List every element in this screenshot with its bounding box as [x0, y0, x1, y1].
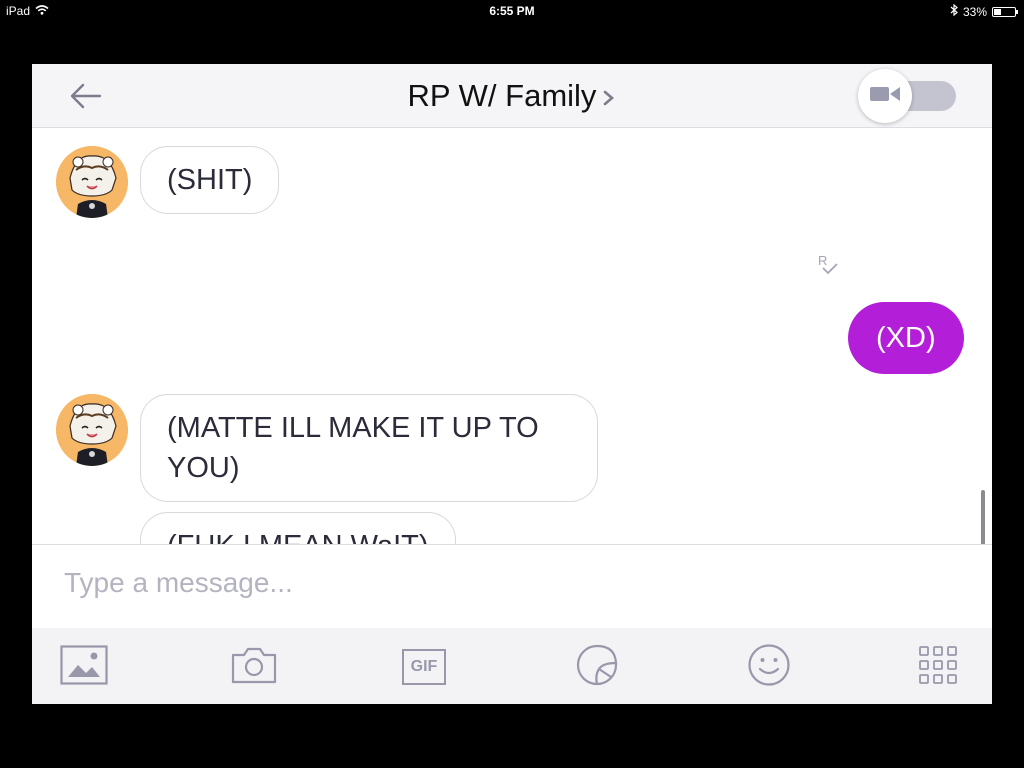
sticker-button[interactable]	[572, 642, 622, 692]
apps-grid-icon	[918, 645, 958, 690]
message-bubble-outgoing[interactable]: (XD)	[848, 302, 964, 374]
photo-button[interactable]	[59, 642, 109, 692]
gif-button[interactable]: GIF	[399, 642, 449, 692]
chat-title: RP W/ Family	[407, 78, 597, 113]
chat-window: RP W/ Family (SHIT) R (XD) (MATTE ILL MA…	[32, 64, 992, 704]
battery-icon	[992, 6, 1018, 17]
apps-button[interactable]	[913, 642, 963, 692]
camera-button[interactable]	[229, 642, 279, 692]
message-composer	[32, 544, 992, 628]
read-receipt-icon: R	[816, 252, 842, 283]
gif-icon: GIF	[402, 649, 446, 685]
camera-icon	[230, 645, 278, 690]
avatar[interactable]	[56, 394, 128, 466]
anime-avatar-image	[56, 146, 128, 218]
photo-icon	[60, 644, 108, 690]
message-text: (SHIT)	[167, 164, 253, 196]
avatar[interactable]	[56, 146, 128, 218]
battery-percent: 33%	[962, 4, 987, 19]
message-bubble[interactable]: (SHIT)	[140, 146, 280, 214]
svg-text:R: R	[818, 253, 827, 268]
video-call-toggle[interactable]	[858, 69, 956, 123]
anime-avatar-image	[56, 394, 128, 466]
message-text: (XD)	[876, 322, 936, 354]
bluetooth-icon	[950, 3, 958, 19]
gif-label: GIF	[410, 658, 438, 675]
message-list[interactable]: (SHIT) R (XD) (MATTE ILL MAKE IT UP TO Y…	[32, 128, 992, 602]
sticker-icon	[575, 643, 619, 692]
message-input[interactable]	[64, 563, 944, 603]
message-text: (MATTE ILL MAKE IT UP TO YOU)	[167, 412, 539, 484]
emoji-icon	[747, 643, 791, 692]
battery-fill	[994, 8, 1001, 15]
status-bar: iPad 6:55 PM 33%	[0, 0, 1024, 22]
status-time: 6:55 PM	[489, 4, 535, 18]
chat-header: RP W/ Family	[32, 64, 992, 128]
chevron-right-icon	[602, 80, 616, 116]
toggle-knob	[858, 69, 912, 123]
message-bubble[interactable]: (MATTE ILL MAKE IT UP TO YOU)	[140, 394, 598, 502]
status-right: 33%	[950, 3, 1018, 19]
emoji-button[interactable]	[744, 642, 794, 692]
attachment-toolbar: GIF	[32, 628, 992, 704]
video-camera-icon	[869, 84, 901, 109]
chat-title-link[interactable]: RP W/ Family	[32, 78, 992, 116]
